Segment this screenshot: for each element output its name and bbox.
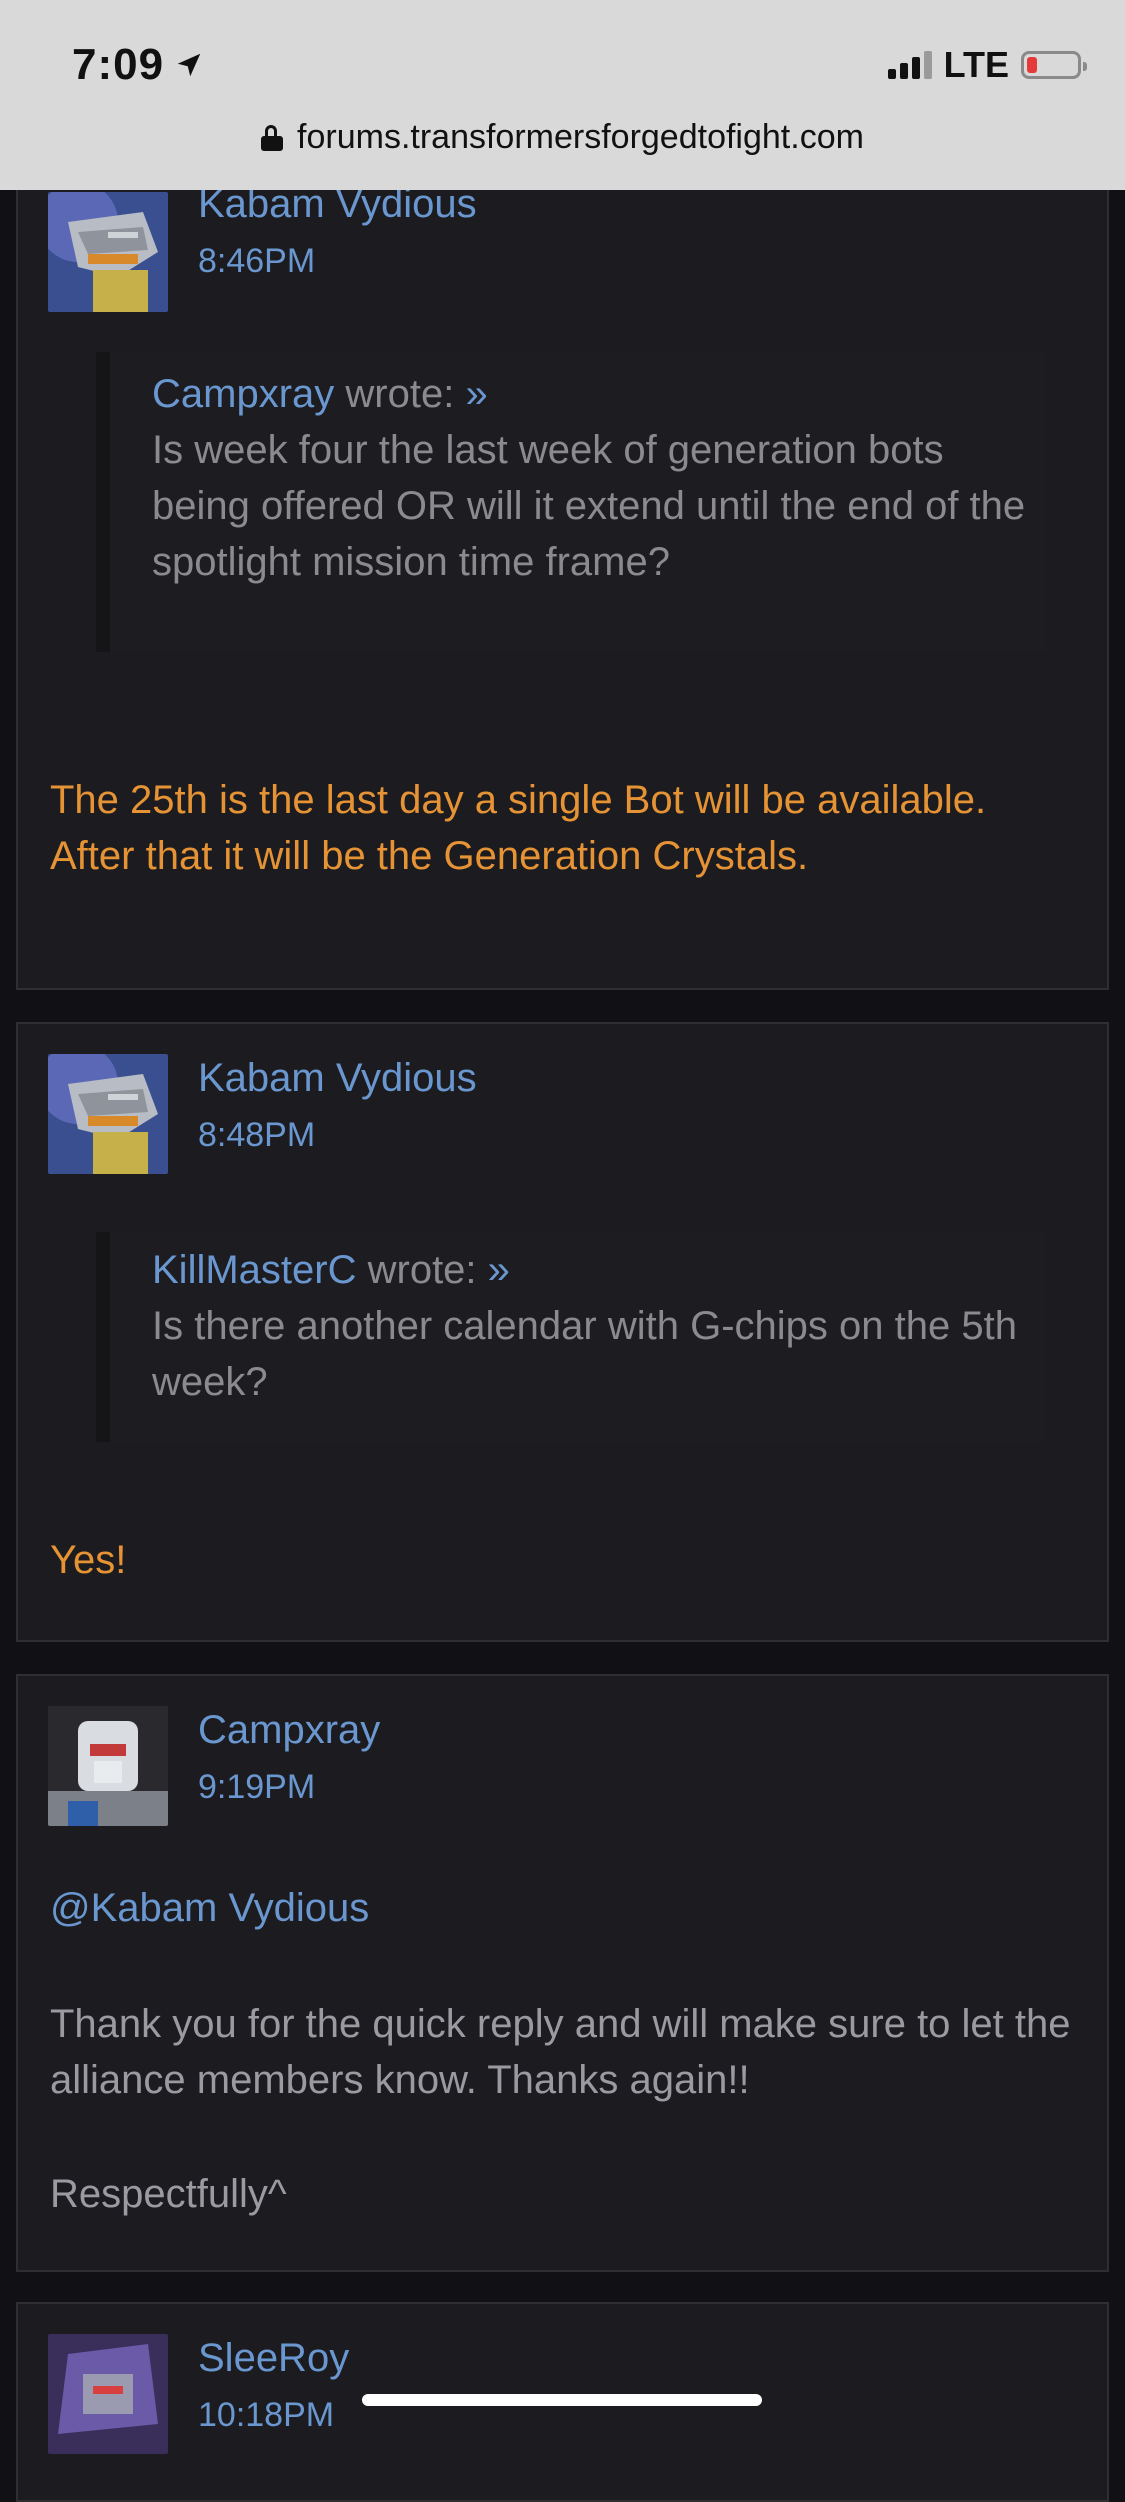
staff-reply: Yes! — [50, 1538, 127, 1582]
post-timestamp[interactable]: 9:19PM — [198, 1768, 315, 1807]
forum-post: Campxray 9:19PM @Kabam Vydious Thank you… — [16, 1674, 1109, 2272]
post-body: Thank you for the quick reply and will m… — [50, 2002, 1071, 2102]
network-type: LTE — [943, 44, 1009, 85]
quote-wrote-label: wrote: — [345, 372, 455, 416]
quote-text: Is there another calendar with G-chips o… — [152, 1304, 1017, 1404]
status-time-text: 7:09 — [72, 40, 165, 89]
browser-chrome: 7:09 LTE forums.transformersforgedtofigh… — [0, 0, 1125, 190]
blockquote: Campxray wrote: » Is week four the last … — [96, 352, 1046, 652]
quote-header: Campxray wrote: » — [152, 352, 1046, 422]
status-indicators: LTE — [887, 44, 1087, 86]
avatar[interactable] — [48, 192, 168, 312]
avatar[interactable] — [48, 2334, 168, 2454]
avatar[interactable] — [48, 1054, 168, 1174]
home-indicator[interactable] — [362, 2394, 762, 2406]
quote-author[interactable]: KillMasterC — [152, 1248, 356, 1292]
post-signoff: Respectfully^ — [50, 2172, 287, 2216]
quote-wrote-label: wrote: — [367, 1248, 477, 1292]
quote-jump-link[interactable]: » — [465, 372, 487, 416]
quote-jump-link[interactable]: » — [488, 1248, 510, 1292]
quote-author[interactable]: Campxray — [152, 372, 334, 416]
battery-icon — [1021, 51, 1087, 79]
blockquote: KillMasterC wrote: » Is there another ca… — [96, 1232, 1046, 1442]
avatar[interactable] — [48, 1706, 168, 1826]
forum-post: Kabam Vydious 8:46PM Campxray wrote: » I… — [16, 150, 1109, 990]
post-author[interactable]: Campxray — [198, 1708, 380, 1753]
post-timestamp[interactable]: 10:18PM — [198, 2396, 334, 2435]
signal-strength-icon — [887, 51, 932, 79]
post-timestamp[interactable]: 8:48PM — [198, 1116, 315, 1155]
post-author[interactable]: SleeRoy — [198, 2336, 349, 2381]
post-timestamp[interactable]: 8:46PM — [198, 242, 315, 281]
quote-text: Is week four the last week of generation… — [152, 428, 1026, 584]
address-bar[interactable]: forums.transformersforgedtofight.com — [0, 118, 1125, 157]
lock-icon — [261, 124, 284, 151]
location-arrow-icon — [177, 53, 201, 77]
quote-header: KillMasterC wrote: » — [152, 1232, 1046, 1298]
url-text: forums.transformersforgedtofight.com — [297, 118, 864, 156]
staff-reply: The 25th is the last day a single Bot wi… — [50, 778, 987, 878]
status-time: 7:09 — [72, 40, 204, 90]
forum-post: Kabam Vydious 8:48PM KillMasterC wrote: … — [16, 1022, 1109, 1642]
user-mention[interactable]: @Kabam Vydious — [50, 1886, 369, 1931]
post-author[interactable]: Kabam Vydious — [198, 1056, 477, 1101]
